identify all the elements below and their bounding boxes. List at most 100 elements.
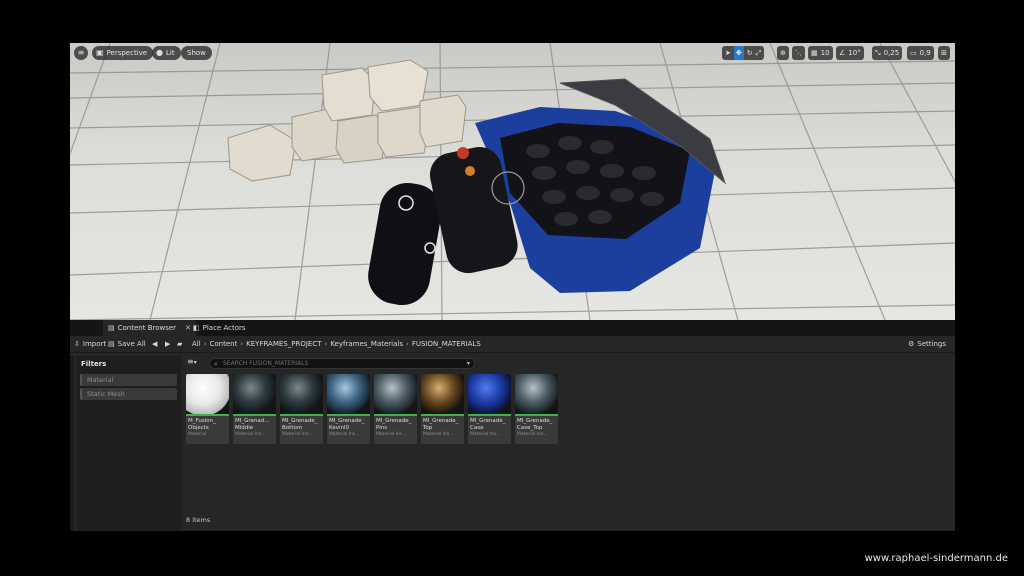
lit-label: Lit	[165, 49, 175, 57]
asset-tile[interactable]: MI_Grenade_ Bottom Material Ins...	[280, 374, 323, 444]
rotation-snap-button[interactable]: ∠ 10°	[836, 46, 864, 60]
viewport-scene	[70, 43, 955, 320]
grid-icon: ▦	[811, 49, 818, 57]
chevron-right-icon: ›	[324, 340, 328, 348]
sources-collapse-strip[interactable]	[70, 356, 74, 531]
show-button[interactable]: Show	[181, 46, 212, 60]
asset-type: Material Ins...	[517, 432, 548, 437]
transform-tools: ➤ ✥ ↻ ⤢	[722, 46, 765, 60]
tab-content-browser[interactable]: ▤ Content Browser ✕	[103, 320, 196, 336]
grid-snap-button[interactable]: ▦ 10	[808, 46, 833, 60]
import-label: Import	[82, 340, 107, 348]
gear-icon: ⚙	[908, 340, 915, 348]
material-thumbnail	[233, 374, 276, 414]
world-local-toggle[interactable]: ⊕	[777, 46, 789, 60]
camera-speed-value: 0,9	[919, 49, 931, 57]
camera-icon: ▣	[96, 48, 104, 57]
breadcrumb-fusion[interactable]: FUSION_MATERIALS	[412, 336, 481, 353]
forward-arrow-icon: ▶	[165, 340, 171, 348]
layout-icon: ⊞	[941, 49, 947, 57]
material-thumbnail	[186, 374, 229, 414]
filter-material[interactable]: Material	[80, 374, 177, 386]
asset-tile[interactable]: MI_Grenade_ Pins Material Ins...	[374, 374, 417, 444]
breadcrumb-project[interactable]: KEYFRAMES_PROJECT	[246, 336, 321, 353]
level-viewport[interactable]: ≡ ▣ Perspective ● Lit Show ➤ ✥ ↻ ⤢ ⊕ ⋱ ▦…	[70, 43, 955, 320]
asset-tile[interactable]: MI_Grenade_ Case Material Ins...	[468, 374, 511, 444]
scale-icon[interactable]: ⤢	[756, 46, 762, 60]
chevron-down-icon[interactable]: ▾	[467, 359, 470, 369]
filter-static-mesh[interactable]: Static Mesh	[80, 388, 177, 400]
content-browser-toolbar: ⇩ Import ▤ Save All ◀ ▶ ▰ All › Content …	[70, 336, 955, 353]
perspective-label: Perspective	[106, 49, 148, 57]
asset-type: Material Ins...	[470, 432, 501, 437]
filters-panel: Filters Material Static Mesh	[76, 356, 181, 531]
asset-tile[interactable]: MI_Grenade_ Kevinl0 Material Ins...	[327, 374, 370, 444]
asset-name: MI_Grenade_ Top	[423, 418, 459, 431]
asset-type: Material	[188, 432, 207, 437]
asset-view: ≡▾ ⌕ Search FUSION_MATERIALS ▾ M_Fusion_…	[183, 356, 955, 531]
scale-snap-button[interactable]: ⤡ 0,25	[872, 46, 903, 60]
history-back-button[interactable]: ◀	[152, 336, 157, 353]
hamburger-icon: ≡	[77, 48, 85, 57]
tab-place-actors[interactable]: ◧ Place Actors	[188, 320, 251, 336]
search-input[interactable]: ⌕ Search FUSION_MATERIALS ▾	[209, 358, 475, 369]
asset-name: MI_Grenad... Middle	[235, 418, 270, 431]
asset-tile-list: M_Fusion_ Objects Material MI_Grenad... Midd…	[186, 374, 558, 444]
content-browser-icon: ▤	[108, 324, 115, 332]
asset-tile[interactable]: M_Fusion_ Objects Material	[186, 374, 229, 444]
asset-type: Material Ins...	[282, 432, 313, 437]
save-all-button[interactable]: ▤ Save All	[108, 336, 146, 353]
breadcrumb-materials[interactable]: Keyframes_Materials	[330, 336, 403, 353]
camera-speed-button[interactable]: ▭ 0,9	[907, 46, 934, 60]
material-thumbnail	[280, 374, 323, 414]
history-forward-button[interactable]: ▶	[165, 336, 170, 353]
chevron-right-icon: ›	[203, 340, 207, 348]
import-button[interactable]: ⇩ Import	[74, 336, 106, 353]
tab-label: Place Actors	[202, 324, 246, 332]
asset-tile[interactable]: MI_Grenad... Middle Material Ins...	[233, 374, 276, 444]
surface-snap-button[interactable]: ⋱	[792, 46, 805, 60]
breadcrumb-all[interactable]: All	[192, 336, 201, 353]
chevron-down-icon: ▾	[193, 359, 197, 366]
sphere-icon: ●	[156, 48, 163, 57]
search-row: ≡▾ ⌕ Search FUSION_MATERIALS ▾	[183, 356, 483, 370]
globe-icon: ⊕	[780, 49, 786, 57]
rotate-icon[interactable]: ↻	[747, 46, 753, 60]
chevron-right-icon: ›	[240, 340, 244, 348]
back-arrow-icon: ◀	[152, 340, 158, 348]
filters-title: Filters	[81, 360, 107, 368]
asset-type: Material Ins...	[376, 432, 407, 437]
settings-button[interactable]: ⚙ Settings	[908, 336, 946, 353]
folder-icon: ▰	[177, 340, 183, 348]
grid-snap-value: 10	[820, 49, 830, 57]
folder-button[interactable]: ▰	[177, 336, 182, 353]
asset-name: MI_Grenade_ Case_Top	[517, 418, 553, 431]
asset-name: MI_Grenade_ Pins	[376, 418, 412, 431]
select-icon[interactable]: ➤	[725, 46, 731, 60]
material-thumbnail	[468, 374, 511, 414]
scale-snap-value: 0,25	[883, 49, 900, 57]
breadcrumb: All › Content › KEYFRAMES_PROJECT › Keyf…	[192, 336, 481, 353]
viewport-layout-button[interactable]: ⊞	[938, 46, 950, 60]
translate-icon[interactable]: ✥	[733, 46, 744, 60]
material-thumbnail	[374, 374, 417, 414]
place-actors-icon: ◧	[193, 324, 200, 332]
material-thumbnail	[515, 374, 558, 414]
chevron-right-icon: ›	[406, 340, 409, 348]
asset-tile[interactable]: MI_Grenade_ Case_Top Material Ins...	[515, 374, 558, 444]
panel-tab-bar: ▤ Content Browser ✕ ◧ Place Actors	[70, 320, 955, 336]
filter-dropdown-button[interactable]: ≡▾	[187, 357, 197, 366]
material-thumbnail	[327, 374, 370, 414]
lit-button[interactable]: ● Lit	[152, 46, 181, 60]
scale-snap-icon: ⤡	[875, 49, 881, 57]
asset-name: MI_Grenade_ Kevinl0	[329, 418, 365, 431]
asset-name: MI_Grenade_ Bottom	[282, 418, 318, 431]
watermark-text: www.raphael-sindermann.de	[864, 553, 1008, 564]
asset-tile[interactable]: MI_Grenade_ Top Material Ins...	[421, 374, 464, 444]
asset-type: Material Ins...	[423, 432, 454, 437]
viewport-menu-button[interactable]: ≡	[74, 46, 88, 60]
rotation-snap-value: 10°	[848, 49, 861, 57]
asset-type: Material Ins...	[235, 432, 266, 437]
perspective-button[interactable]: ▣ Perspective	[92, 46, 154, 60]
breadcrumb-content[interactable]: Content	[210, 336, 238, 353]
